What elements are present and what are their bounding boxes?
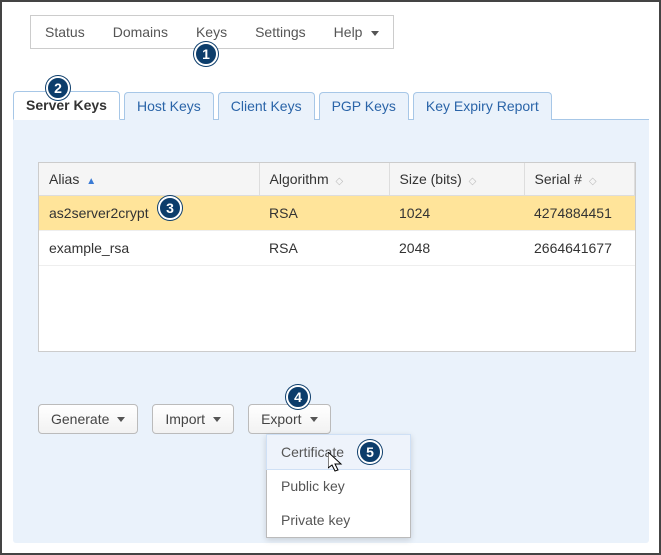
export-button-label: Export <box>261 411 301 427</box>
col-header-alias-label: Alias <box>49 171 79 187</box>
table-row[interactable]: as2server2crypt RSA 1024 4274884451 <box>39 196 635 231</box>
col-header-algorithm-label: Algorithm <box>270 171 329 187</box>
annotation-badge-3: 3 <box>158 196 182 220</box>
chevron-down-icon <box>213 417 221 422</box>
generate-button-label: Generate <box>51 411 109 427</box>
annotation-badge-2: 2 <box>46 76 70 100</box>
annotation-badge-5: 5 <box>358 440 382 464</box>
tab-pgp-keys[interactable]: PGP Keys <box>319 92 409 120</box>
generate-button[interactable]: Generate <box>38 404 138 434</box>
sort-idle-icon: ◇ <box>336 176 344 187</box>
export-certificate-item[interactable]: Certificate <box>266 434 411 470</box>
cell-size: 1024 <box>389 196 524 231</box>
nav-status[interactable]: Status <box>31 16 99 48</box>
col-header-alias[interactable]: Alias ▲ <box>39 163 259 196</box>
tab-row: Server Keys Host Keys Client Keys PGP Ke… <box>13 92 649 120</box>
cell-algorithm: RSA <box>259 196 389 231</box>
nav-domains[interactable]: Domains <box>99 16 182 48</box>
chevron-down-icon <box>310 417 318 422</box>
app-frame: Status Domains Keys Settings Help Server… <box>0 0 661 555</box>
import-button-label: Import <box>165 411 205 427</box>
cell-size: 2048 <box>389 231 524 266</box>
cell-alias: example_rsa <box>39 231 259 266</box>
annotation-badge-4: 4 <box>286 385 310 409</box>
cell-alias: as2server2crypt <box>39 196 259 231</box>
chevron-down-icon <box>117 417 125 422</box>
cell-serial: 2664641677 <box>524 231 635 266</box>
export-public-key-item[interactable]: Public key <box>267 469 410 503</box>
nav-help[interactable]: Help <box>320 16 394 48</box>
tab-key-expiry-report[interactable]: Key Expiry Report <box>413 92 552 120</box>
sort-idle-icon: ◇ <box>589 176 597 187</box>
col-header-size-label: Size (bits) <box>400 171 462 187</box>
chevron-down-icon <box>371 31 379 36</box>
cell-algorithm: RSA <box>259 231 389 266</box>
keys-table-container: Alias ▲ Algorithm ◇ Size (bits) ◇ Serial… <box>38 162 636 352</box>
tab-client-keys[interactable]: Client Keys <box>218 92 315 120</box>
col-header-serial-label: Serial # <box>535 171 582 187</box>
col-header-size[interactable]: Size (bits) ◇ <box>389 163 524 196</box>
nav-help-label: Help <box>334 24 363 40</box>
cell-serial: 4274884451 <box>524 196 635 231</box>
export-private-key-item[interactable]: Private key <box>267 503 410 537</box>
export-dropdown: Certificate Public key Private key <box>266 434 411 538</box>
import-button[interactable]: Import <box>152 404 234 434</box>
col-header-algorithm[interactable]: Algorithm ◇ <box>259 163 389 196</box>
export-button[interactable]: Export <box>248 404 330 434</box>
keys-table: Alias ▲ Algorithm ◇ Size (bits) ◇ Serial… <box>39 163 635 266</box>
nav-settings[interactable]: Settings <box>241 16 320 48</box>
action-row: Generate Import Export <box>38 404 331 434</box>
sort-asc-icon: ▲ <box>86 176 96 187</box>
table-row[interactable]: example_rsa RSA 2048 2664641677 <box>39 231 635 266</box>
tab-host-keys[interactable]: Host Keys <box>124 92 214 120</box>
sort-idle-icon: ◇ <box>469 176 477 187</box>
annotation-badge-1: 1 <box>194 42 218 66</box>
col-header-serial[interactable]: Serial # ◇ <box>524 163 635 196</box>
